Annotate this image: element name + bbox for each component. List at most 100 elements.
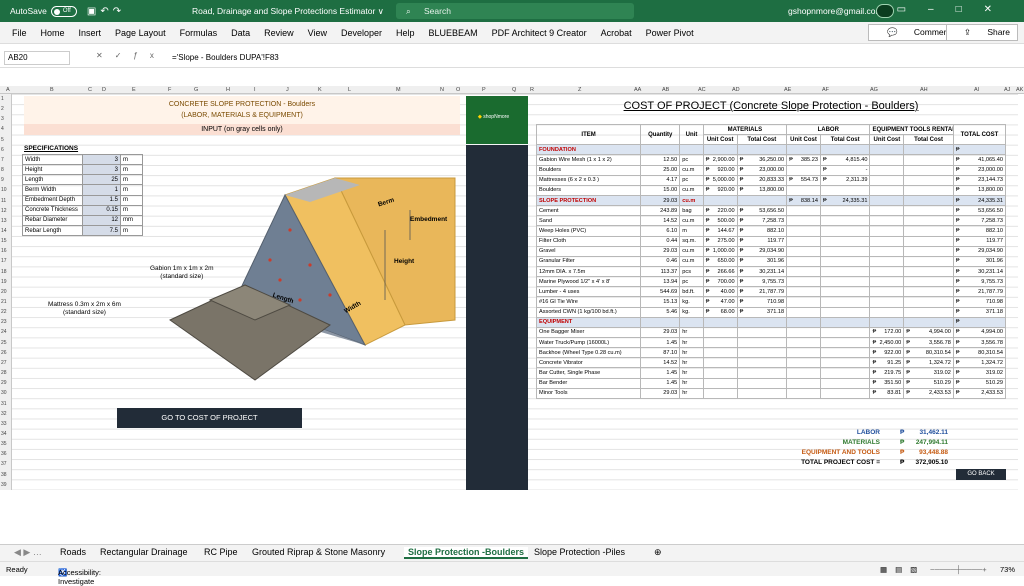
column-header[interactable]: K: [318, 87, 322, 93]
menu-page-layout[interactable]: Page Layout: [115, 28, 166, 38]
row-header[interactable]: 25: [1, 340, 7, 346]
row-header[interactable]: 2: [1, 106, 4, 112]
menu-review[interactable]: Review: [264, 28, 294, 38]
row-header[interactable]: 15: [1, 238, 7, 244]
row-header[interactable]: 20: [1, 289, 7, 295]
spec-value[interactable]: 25: [82, 174, 121, 186]
column-header[interactable]: I: [254, 87, 256, 93]
sheet-tab[interactable]: RC Pipe: [204, 547, 238, 557]
column-header[interactable]: M: [396, 87, 401, 93]
go-to-cost-button[interactable]: GO TO COST OF PROJECT: [117, 408, 302, 428]
row-header[interactable]: 27: [1, 360, 7, 366]
row-header[interactable]: 21: [1, 299, 7, 305]
spec-value[interactable]: 3: [82, 153, 121, 166]
row-header[interactable]: 12: [1, 208, 7, 214]
spec-value[interactable]: 0.15: [82, 204, 121, 216]
column-header[interactable]: G: [194, 87, 198, 93]
column-header[interactable]: E: [132, 87, 136, 93]
menu-insert[interactable]: Insert: [79, 28, 102, 38]
menu-developer[interactable]: Developer: [341, 28, 382, 38]
row-header[interactable]: 34: [1, 431, 7, 437]
column-header[interactable]: AC: [698, 87, 706, 93]
column-header[interactable]: N: [440, 87, 444, 93]
menu-power-pivot[interactable]: Power Pivot: [646, 28, 694, 38]
row-header[interactable]: 39: [1, 482, 7, 488]
autosave-toggle[interactable]: Off: [50, 5, 77, 17]
go-back-button[interactable]: GO BACK: [956, 469, 1006, 480]
row-header[interactable]: 33: [1, 421, 7, 427]
row-header[interactable]: 22: [1, 309, 7, 315]
row-header[interactable]: 31: [1, 401, 7, 407]
sheet-tab[interactable]: Rectangular Drainage: [100, 547, 188, 557]
row-header[interactable]: 9: [1, 177, 4, 183]
column-header[interactable]: AB: [662, 87, 669, 93]
column-header[interactable]: AA: [634, 87, 641, 93]
tab-scroll-icons[interactable]: ◀ ▶ …: [14, 547, 42, 558]
column-header[interactable]: J: [286, 87, 289, 93]
column-header[interactable]: A: [6, 87, 10, 93]
row-header[interactable]: 17: [1, 258, 7, 264]
row-header[interactable]: 3: [1, 116, 4, 122]
column-header[interactable]: AE: [784, 87, 791, 93]
zoom-level[interactable]: 73%: [1000, 565, 1015, 574]
menu-home[interactable]: Home: [41, 28, 65, 38]
row-header[interactable]: 30: [1, 390, 7, 396]
sheet-tab[interactable]: Roads: [60, 547, 86, 557]
column-header[interactable]: AJ: [1004, 87, 1010, 93]
menu-data[interactable]: Data: [231, 28, 250, 38]
column-header[interactable]: F: [168, 87, 171, 93]
column-header[interactable]: H: [226, 87, 230, 93]
row-header[interactable]: 5: [1, 137, 4, 143]
menu-file[interactable]: File: [12, 28, 27, 38]
row-header[interactable]: 38: [1, 472, 7, 478]
column-header[interactable]: P: [482, 87, 486, 93]
row-header[interactable]: 11: [1, 198, 6, 204]
sheet-tab[interactable]: Slope Protection -Boulders: [404, 547, 529, 559]
column-header[interactable]: AH: [920, 87, 928, 93]
row-header[interactable]: 14: [1, 228, 7, 234]
column-header[interactable]: O: [456, 87, 460, 93]
fx-icon[interactable]: ✕✓ƒx: [96, 51, 166, 60]
row-header[interactable]: 32: [1, 411, 7, 417]
sheet-tab[interactable]: Slope Protection -Piles: [534, 547, 625, 557]
row-header[interactable]: 4: [1, 126, 4, 132]
row-header[interactable]: 7: [1, 157, 4, 163]
row-header[interactable]: 28: [1, 370, 7, 376]
quick-access-icons[interactable]: ▣↶↷: [87, 6, 125, 17]
spec-value[interactable]: 3: [82, 164, 121, 176]
menu-pdf-architect-9-creator[interactable]: PDF Architect 9 Creator: [492, 28, 587, 38]
column-header[interactable]: D: [102, 87, 106, 93]
column-header[interactable]: Q: [512, 87, 516, 93]
row-header[interactable]: 8: [1, 167, 4, 173]
spec-value[interactable]: 12: [82, 214, 121, 226]
zoom-slider[interactable]: −────┼────+: [930, 565, 987, 574]
row-header[interactable]: 13: [1, 218, 7, 224]
column-header[interactable]: Z: [578, 87, 581, 93]
row-header[interactable]: 16: [1, 248, 7, 254]
row-header[interactable]: 24: [1, 329, 7, 335]
row-header[interactable]: 10: [1, 187, 7, 193]
row-header[interactable]: 1: [1, 96, 4, 102]
search-box[interactable]: ⌕ Search: [396, 3, 634, 19]
row-header[interactable]: 36: [1, 451, 7, 457]
avatar[interactable]: [876, 4, 894, 18]
name-box[interactable]: AB20: [4, 51, 70, 65]
document-title[interactable]: Road, Drainage and Slope Protections Est…: [192, 6, 384, 17]
row-header[interactable]: 18: [1, 269, 7, 275]
menu-acrobat[interactable]: Acrobat: [601, 28, 632, 38]
add-sheet-icon[interactable]: ⊕: [654, 547, 662, 558]
row-header[interactable]: 23: [1, 319, 7, 325]
menu-bluebeam[interactable]: BLUEBEAM: [429, 28, 478, 38]
column-header[interactable]: AF: [822, 87, 829, 93]
view-icons[interactable]: ▦▤▧: [880, 565, 925, 574]
column-header[interactable]: AD: [732, 87, 740, 93]
window-controls[interactable]: ▭–□✕: [897, 4, 1014, 15]
row-header[interactable]: 37: [1, 461, 7, 467]
menu-formulas[interactable]: Formulas: [180, 28, 218, 38]
menu-view[interactable]: View: [308, 28, 327, 38]
column-header[interactable]: C: [88, 87, 92, 93]
spec-value[interactable]: 1: [82, 184, 121, 196]
column-header[interactable]: AK: [1016, 87, 1023, 93]
user-email[interactable]: gshopnmore@gmail.com: [788, 6, 883, 16]
share-button[interactable]: ⇪ Share: [945, 24, 1018, 41]
